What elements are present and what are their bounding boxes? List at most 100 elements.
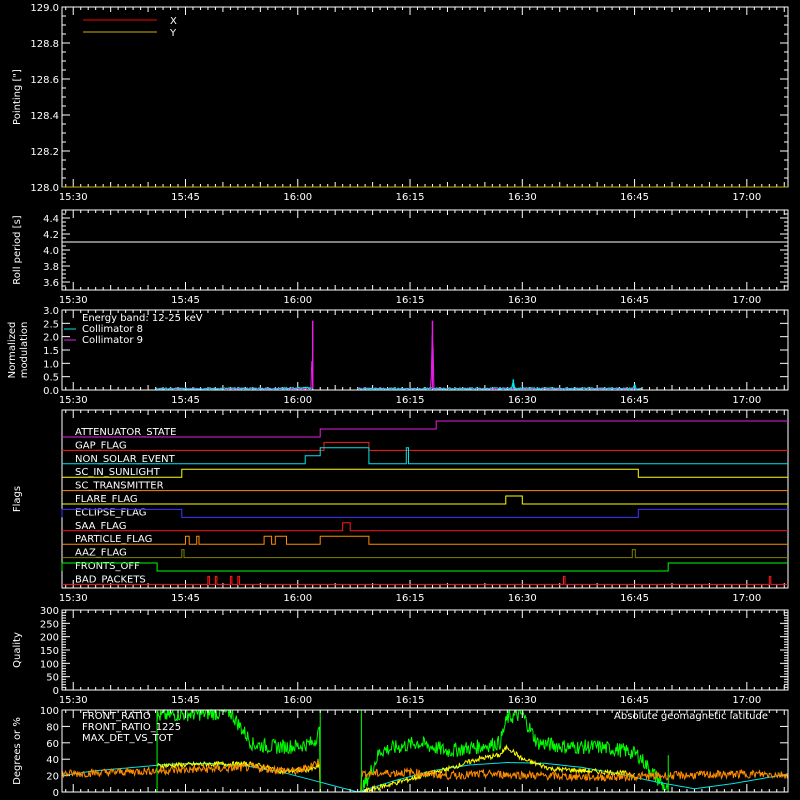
roll-period-y-ticks: 3.6 3.8 4.0 4.2 4.4 (43, 214, 788, 289)
roll-period-x-tick-label: 16:45 (620, 295, 649, 306)
quality-y-ticks: 0 50 100 150 200 250 300 (40, 606, 788, 697)
modulation-y-tick-label: 1.0 (43, 359, 59, 370)
modulation-x-tick-label: 15:45 (171, 395, 200, 406)
flags-x-tick-label: 16:15 (396, 593, 425, 604)
modulation-y-tick-label: 2.0 (43, 333, 59, 344)
legend-label-y: Y (169, 28, 177, 39)
roll-period-y-tick-label: 3.6 (43, 278, 59, 289)
pointing-x-tick-label: 17:00 (732, 192, 761, 203)
flag-trace-particle-flag (62, 535, 788, 545)
ratios-y-tick-label: 20 (46, 772, 59, 783)
legend-label-front-ratio: FRONT_RATIO (82, 711, 151, 722)
modulation-x-ticks: 15:30 15:45 16:00 16:15 16:30 16:45 17:00 (59, 310, 785, 406)
flag-label-flare-flag: FLARE_FLAG (75, 494, 138, 505)
ratios-y-tick-label: 0 (53, 788, 59, 799)
quality-x-tick-label: 17:00 (732, 695, 761, 706)
flags-x-tick-label: 16:45 (620, 593, 649, 604)
series-collimator9 (357, 334, 642, 391)
pointing-y-tick-label: 128.4 (30, 111, 59, 122)
modulation-x-tick-label: 16:00 (283, 395, 312, 406)
roll-period-x-tick-label: 16:00 (283, 295, 312, 306)
ratios-y-tick-label: 40 (46, 755, 59, 766)
flags-x-ticks: 15:30 15:45 16:00 16:15 16:30 16:45 17:00 (59, 410, 785, 604)
legend-label-x: X (170, 16, 177, 27)
quality-x-tick-label: 16:45 (620, 695, 649, 706)
legend-label-front-ratio-1225: FRONT_RATIO_1225 (82, 722, 181, 733)
flags-x-tick-label: 16:30 (508, 593, 537, 604)
quality-x-tick-label: 15:30 (59, 695, 88, 706)
quality-y-tick-label: 200 (40, 633, 59, 644)
flag-label-gap-flag: GAP_FLAG (75, 440, 127, 451)
pointing-y-tick-label: 128.8 (30, 39, 59, 50)
flag-trace-eclipse-flag (61, 508, 788, 518)
modulation-x-tick-label: 16:15 (396, 395, 425, 406)
roll-period-y-tick-label: 3.8 (43, 262, 59, 273)
legend-title-energy-band: Energy band: 12-25 keV (82, 313, 203, 324)
roll-period-x-ticks: 15:30 15:45 16:00 16:15 16:30 16:45 17:00 (59, 210, 785, 306)
pointing-x-ticks: 15:30 15:45 16:00 16:15 16:30 16:45 17:00 (59, 7, 785, 203)
flags-x-tick-label: 17:00 (732, 593, 761, 604)
flag-label-aaz-flag: AAZ_FLAG (75, 548, 127, 559)
quality-x-tick-label: 16:00 (283, 695, 312, 706)
roll-period-y-tick-label: 4.4 (43, 214, 59, 225)
quality-y-tick-label: 0 (53, 686, 59, 697)
flag-label-sc-in-sunlight: SC_IN_SUNLIGHT (75, 467, 161, 478)
pointing-x-tick-label: 15:45 (171, 192, 200, 203)
flag-trace-sc-in-sunlight (62, 468, 788, 478)
quality-y-tick-label: 250 (40, 619, 59, 630)
roll-period-x-tick-label: 17:00 (732, 295, 761, 306)
modulation-x-tick-label: 16:45 (620, 395, 649, 406)
pointing-ylabel: Pointing ["] (12, 69, 23, 125)
modulation-x-tick-label: 15:30 (59, 395, 88, 406)
summary-plot: 15:30 15:45 16:00 16:15 16:30 16:45 17:00 128.0… (0, 0, 800, 800)
pointing-y-tick-label: 128.6 (30, 75, 59, 86)
series-absolute-geomagnetic-latitude (61, 761, 789, 793)
flag-trace-bad-packets (62, 575, 788, 585)
quality-y-tick-label: 100 (40, 659, 59, 670)
flag-label-saa-flag: SAA_FLAG (75, 521, 126, 532)
annotation-geomagnetic-latitude: Absolute geomagnetic latitude (614, 711, 768, 722)
quality-x-ticks: 15:30 15:45 16:00 16:15 16:30 16:45 17:00 (59, 610, 785, 706)
roll-period-x-tick-label: 15:30 (59, 295, 88, 306)
quality-y-tick-label: 50 (46, 673, 59, 684)
pointing-y-tick-label: 128.0 (30, 183, 59, 194)
modulation-y-tick-label: 2.5 (43, 319, 59, 330)
series-collimator8 (357, 380, 642, 391)
roll-period-y-tick-label: 4.0 (43, 246, 59, 257)
pointing-x-tick-label: 16:00 (283, 192, 312, 203)
flag-trace-flare-flag (62, 495, 788, 505)
ratios-y-tick-label: 80 (46, 722, 59, 733)
quality-ylabel: Quality (12, 632, 23, 668)
roll-period-x-tick-label: 15:45 (171, 295, 200, 306)
flags-x-tick-label: 16:00 (283, 593, 312, 604)
ratios-y-tick-label: 100 (40, 706, 59, 717)
roll-period-ylabel: Roll period [s] (12, 215, 23, 284)
ratios-ylabel: Degrees or % (12, 717, 23, 785)
modulation-y-tick-label: 0.5 (43, 373, 59, 384)
flags-x-tick-label: 15:45 (171, 593, 200, 604)
legend-label-collimator-8: Collimator 8 (82, 324, 143, 335)
flag-label-particle-flag: PARTICLE_FLAG (75, 534, 152, 545)
modulation-x-tick-label: 16:30 (508, 395, 537, 406)
series-collimator9 (155, 360, 313, 391)
pointing-x-tick-label: 15:30 (59, 192, 88, 203)
modulation-y-tick-label: 1.5 (43, 346, 59, 357)
flag-label-attenuator-state: ATTENUATOR_STATE (75, 427, 176, 438)
roll-period-frame (61, 209, 789, 291)
modulation-y-tick-label: 3.0 (43, 306, 59, 317)
pointing-y-tick-label: 128.2 (30, 147, 59, 158)
pointing-x-tick-label: 16:45 (620, 192, 649, 203)
flag-trace-gap-flag (62, 441, 788, 451)
flag-trace-aaz-flag (62, 549, 788, 559)
legend-label-max-det-vs-tot: MAX_DET_VS_TOT (82, 733, 174, 744)
quality-frame (61, 609, 789, 691)
quality-y-tick-label: 150 (40, 646, 59, 657)
quality-x-tick-label: 16:30 (508, 695, 537, 706)
ratios-y-tick-label: 60 (46, 739, 59, 750)
modulation-y-tick-label: 0.0 (43, 386, 59, 397)
flags-x-tick-label: 15:30 (59, 593, 88, 604)
flag-label-bad-packets: BAD_PACKETS (75, 574, 146, 585)
flag-trace-saa-flag (62, 522, 788, 532)
roll-period-x-tick-label: 16:30 (508, 295, 537, 306)
pointing-y-tick-label: 129.0 (30, 3, 59, 14)
